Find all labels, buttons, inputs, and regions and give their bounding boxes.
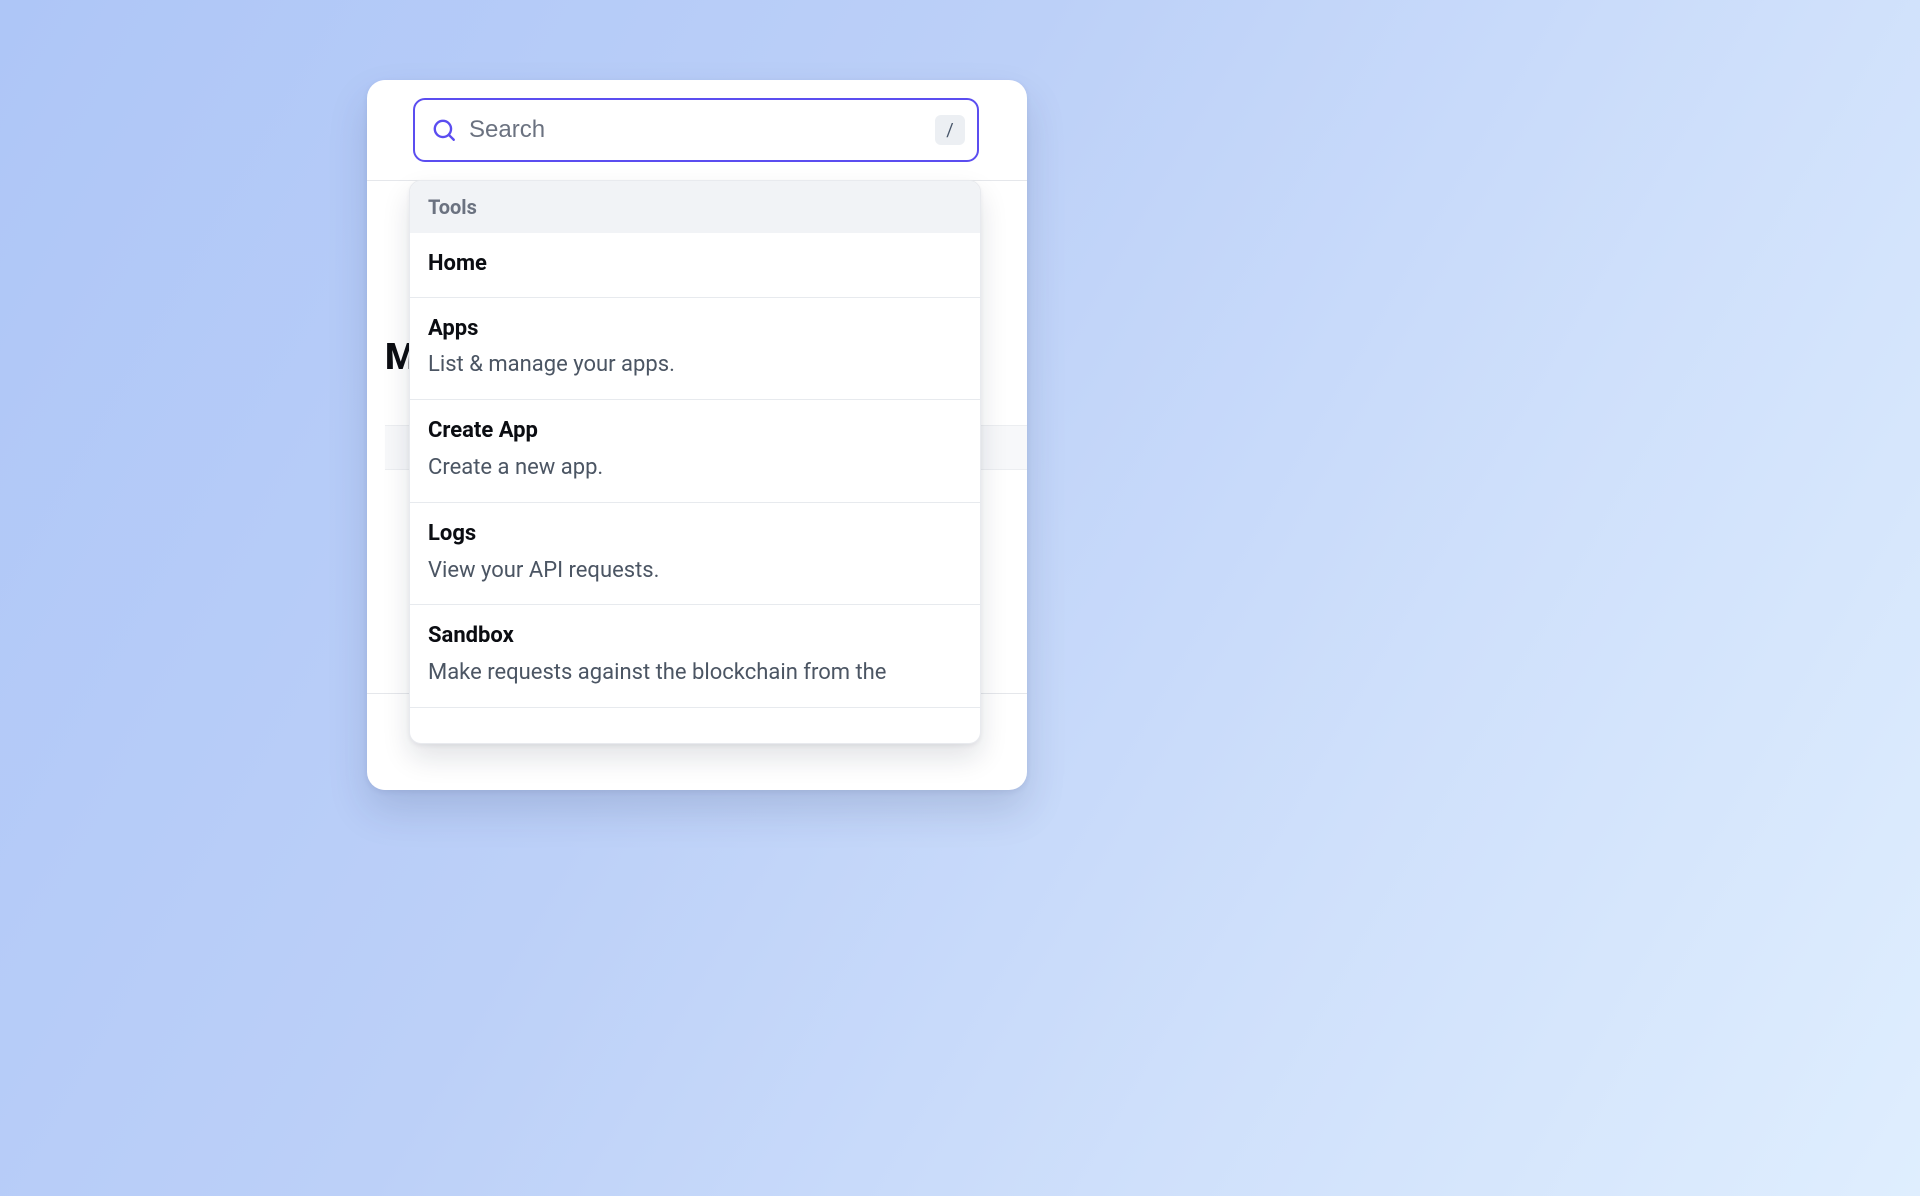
result-desc: Make requests against the blockchain fro…	[428, 657, 962, 689]
result-item-apps[interactable]: Apps List & manage your apps.	[410, 298, 980, 401]
result-title: Create App	[428, 416, 962, 446]
search-results-dropdown: Tools Home Apps List & manage your apps.…	[409, 180, 981, 744]
result-item-home[interactable]: Home	[410, 233, 980, 298]
search-icon	[431, 117, 457, 143]
result-title: Home	[428, 249, 962, 279]
result-item-create-app[interactable]: Create App Create a new app.	[410, 400, 980, 503]
command-palette-panel: M / Tools Home Apps List & manage your a…	[367, 80, 1027, 790]
result-item-sandbox[interactable]: Sandbox Make requests against the blockc…	[410, 605, 980, 708]
result-title: Apps	[428, 314, 962, 344]
result-desc: Create a new app.	[428, 452, 962, 484]
result-title: Sandbox	[428, 621, 962, 651]
search-input[interactable]	[469, 116, 923, 144]
result-item-logs[interactable]: Logs View your API requests.	[410, 503, 980, 606]
result-desc: View your API requests.	[428, 555, 962, 587]
results-group-header: Tools	[410, 181, 980, 233]
search-bar[interactable]: /	[413, 98, 979, 162]
result-desc: List & manage your apps.	[428, 349, 962, 381]
results-list[interactable]: Tools Home Apps List & manage your apps.…	[410, 181, 980, 743]
search-shortcut-badge: /	[935, 115, 965, 145]
result-title: Logs	[428, 519, 962, 549]
